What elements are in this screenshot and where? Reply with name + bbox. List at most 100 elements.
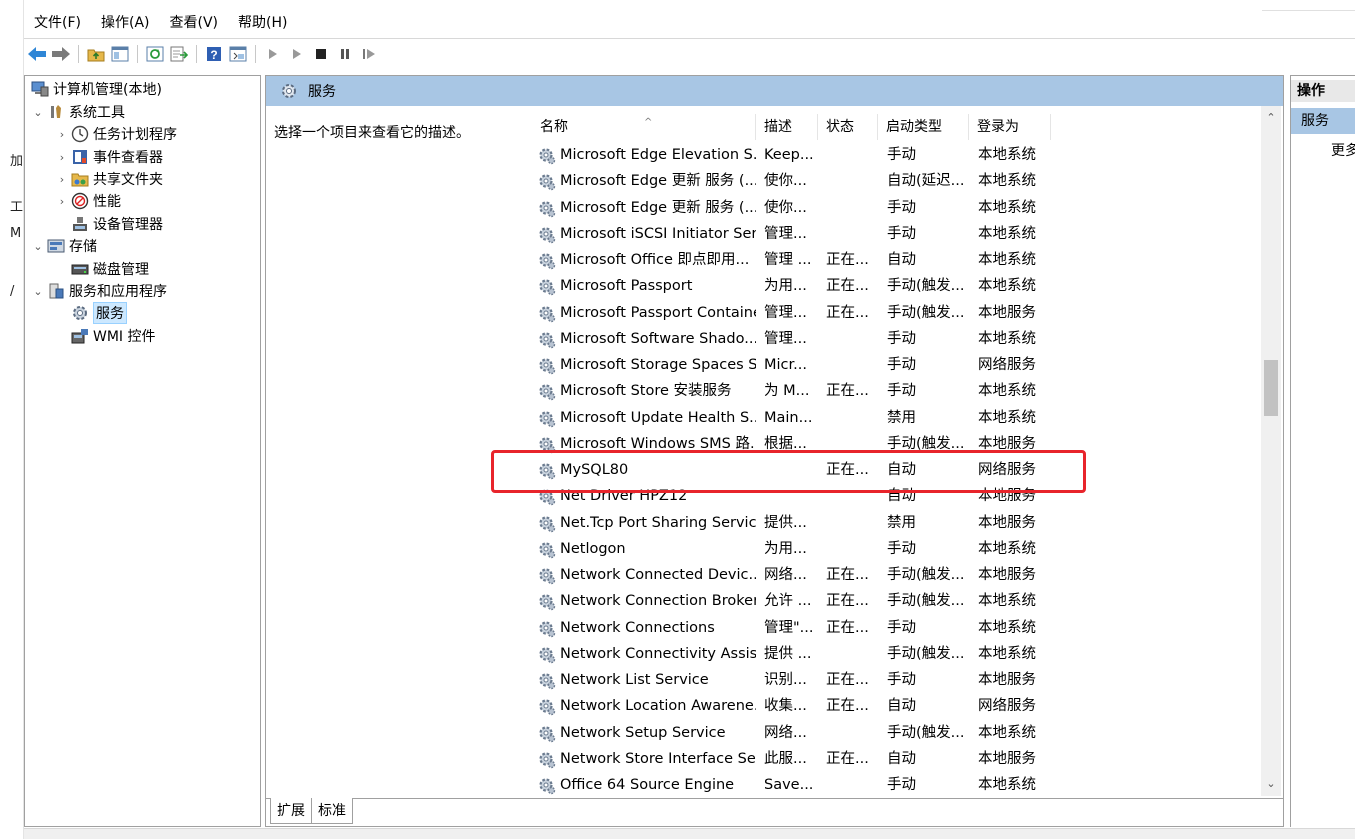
tree-item-system-tools[interactable]: ⌄ 系统工具 <box>31 101 125 123</box>
back-arrow-icon[interactable] <box>26 43 48 65</box>
service-startup-type: 手动 <box>887 330 916 347</box>
service-description: 管理 ... <box>764 252 812 268</box>
tree-label: 计算机管理(本地) <box>53 82 162 98</box>
service-status <box>826 510 884 536</box>
restart-service-icon[interactable] <box>358 43 380 65</box>
column-logon-as[interactable]: 登录为 <box>969 114 1051 140</box>
tree-item-disk-management[interactable]: 磁盘管理 <box>69 258 149 280</box>
service-name: Network Connections <box>560 619 715 636</box>
table-row[interactable]: Network Connection Broker 允许 ... 正在... 手动(触… <box>532 588 1272 614</box>
table-row[interactable]: Net.Tcp Port Sharing Service 提供... 禁用 本地服务 <box>532 510 1272 536</box>
table-row[interactable]: Network Connected Devic... 网络... 正在... 手动(触… <box>532 562 1272 588</box>
service-logon-as: 本地系统 <box>978 619 1036 636</box>
pause-service-icon[interactable] <box>334 43 356 65</box>
menu-view[interactable]: 查看(V) <box>160 10 229 36</box>
table-row[interactable]: Microsoft iSCSI Initiator Ser... 管理... 手动 本… <box>532 221 1272 247</box>
table-row[interactable]: Microsoft Edge Elevation S... Keep... 手动 本地… <box>532 142 1272 168</box>
tree-item-task-scheduler[interactable]: › 任务计划程序 <box>55 123 177 145</box>
table-row[interactable]: Microsoft Passport 为用... 正在... 手动(触发... 本地系统 <box>532 273 1272 299</box>
properties-icon[interactable] <box>227 43 249 65</box>
service-name: Network Store Interface Se... <box>560 750 756 767</box>
column-description[interactable]: 描述 <box>756 114 818 140</box>
table-row[interactable]: Microsoft Edge 更新 服务 (... 使你... 自动(延迟... 本地… <box>532 168 1272 194</box>
table-row[interactable]: Network Store Interface Se... 此服... 正在... 自… <box>532 746 1272 772</box>
table-row[interactable]: Microsoft Edge 更新 服务 (... 使你... 手动 本地系统 <box>532 195 1272 221</box>
column-name[interactable]: 名称 ^ <box>532 114 756 140</box>
service-gear-icon <box>538 357 556 375</box>
table-row[interactable]: Microsoft Office 即点即用... 管理 ... 正在... 自动 本地系… <box>532 247 1272 273</box>
table-row[interactable]: Microsoft Software Shado... 管理... 手动 本地系统 <box>532 326 1272 352</box>
forward-arrow-icon[interactable] <box>50 43 72 65</box>
export-list-icon[interactable] <box>168 43 190 65</box>
console-tree: 计算机管理(本地) ⌄ 系统工具 › 任务计划程序 › 事件查看器 › 共享文件… <box>24 75 261 827</box>
table-row[interactable]: Network Setup Service 网络... 手动(触发... 本地系统 <box>532 720 1272 746</box>
tree-item-event-viewer[interactable]: › 事件查看器 <box>55 146 163 168</box>
actions-section-services[interactable]: 服务 <box>1291 108 1355 134</box>
up-folder-icon[interactable] <box>85 43 107 65</box>
table-row[interactable]: Network Connections 管理"... 正在... 手动 本地系统 <box>532 615 1272 641</box>
table-row[interactable]: Network List Service 识别... 正在... 手动 本地服务 <box>532 667 1272 693</box>
service-startup-type: 手动 <box>887 540 916 557</box>
chevron-right-icon[interactable]: › <box>55 195 69 208</box>
tree-item-performance[interactable]: › 性能 <box>55 190 121 212</box>
chevron-down-icon[interactable]: ⌄ <box>31 106 45 119</box>
table-row[interactable]: Microsoft Store 安装服务 为 M... 正在... 手动 本地系统 <box>532 378 1272 404</box>
tree-item-shared-folders[interactable]: › 共享文件夹 <box>55 168 163 190</box>
service-logon-as: 本地系统 <box>978 645 1036 662</box>
tree-item-device-manager[interactable]: 设备管理器 <box>69 213 163 235</box>
scroll-down-icon[interactable]: ⌄ <box>1261 774 1281 794</box>
view-tabs: 扩展 标准 <box>270 798 353 824</box>
service-startup-type: 手动(触发... <box>887 435 965 452</box>
start-service-alt-icon[interactable] <box>286 43 308 65</box>
service-startup-type: 手动 <box>887 619 916 636</box>
tree-item-services-apps[interactable]: ⌄ 服务和应用程序 <box>31 280 167 302</box>
chevron-down-icon[interactable]: ⌄ <box>31 240 45 253</box>
more-actions-link[interactable]: 更多 <box>1331 140 1355 160</box>
chevron-right-icon[interactable]: › <box>55 128 69 141</box>
table-row[interactable]: Microsoft Passport Container 管理... 正在... 手动… <box>532 300 1272 326</box>
tree-item-services[interactable]: 服务 <box>69 302 127 324</box>
table-row[interactable]: MySQL80 正在... 自动 网络服务 <box>532 457 1272 483</box>
menu-help[interactable]: 帮助(H) <box>228 10 297 36</box>
service-name: Microsoft Store 安装服务 <box>560 383 732 400</box>
service-gear-icon <box>538 725 556 743</box>
service-logon-as: 本地系统 <box>978 147 1036 163</box>
service-status <box>826 352 884 378</box>
column-status[interactable]: 状态 <box>818 114 878 140</box>
menu-file[interactable]: 文件(F) <box>24 10 91 36</box>
refresh-icon[interactable] <box>144 43 166 65</box>
table-row[interactable]: Microsoft Storage Spaces S... Micr... 手动 网络… <box>532 352 1272 378</box>
description-prompt: 选择一个项目来查看它的描述。 <box>274 125 470 141</box>
menu-action[interactable]: 操作(A) <box>91 10 160 36</box>
tab-extended[interactable]: 扩展 <box>270 798 312 824</box>
chevron-right-icon[interactable]: › <box>55 173 69 186</box>
column-startup-type[interactable]: 启动类型 <box>878 114 969 140</box>
table-row[interactable]: Microsoft Windows SMS 路... 根据... 手动(触发... 本… <box>532 431 1272 457</box>
tree-root[interactable]: 计算机管理(本地) <box>29 78 162 100</box>
tree-item-storage[interactable]: ⌄ 存储 <box>31 235 97 257</box>
service-status <box>826 405 884 431</box>
table-row[interactable]: Office 64 Source Engine Save... 手动 本地系统 <box>532 772 1272 798</box>
scroll-up-icon[interactable]: ⌃ <box>1261 108 1281 128</box>
service-startup-type: 手动 <box>887 225 916 242</box>
service-logon-as: 网络服务 <box>978 357 1036 373</box>
scrollbar-thumb[interactable] <box>1264 360 1278 416</box>
table-row[interactable]: Net Driver HPZ12 自动 本地服务 <box>532 483 1272 509</box>
table-row[interactable]: Netlogon 为用... 手动 本地系统 <box>532 536 1272 562</box>
show-hide-tree-icon[interactable] <box>109 43 131 65</box>
chevron-down-icon[interactable]: ⌄ <box>31 285 45 298</box>
tree-item-wmi[interactable]: WMI 控件 <box>69 325 156 347</box>
service-name: Microsoft Edge 更新 服务 (... <box>560 173 756 190</box>
tab-standard[interactable]: 标准 <box>311 798 353 824</box>
table-row[interactable]: Network Connectivity Assis... 提供 ... 手动(触发… <box>532 641 1272 667</box>
table-row[interactable]: Microsoft Update Health S... Main... 禁用 本地系… <box>532 405 1272 431</box>
stop-service-icon[interactable] <box>310 43 332 65</box>
table-row[interactable]: Network Location Awarene... 收集... 正在... 自动 网… <box>532 693 1272 719</box>
service-gear-icon <box>538 305 556 323</box>
service-name: Microsoft Storage Spaces S... <box>560 357 756 373</box>
help-icon[interactable]: ? <box>203 43 225 65</box>
service-description <box>764 457 820 483</box>
start-service-icon[interactable] <box>262 43 284 65</box>
vertical-scrollbar[interactable]: ⌃ ⌄ <box>1261 106 1281 796</box>
chevron-right-icon[interactable]: › <box>55 151 69 164</box>
